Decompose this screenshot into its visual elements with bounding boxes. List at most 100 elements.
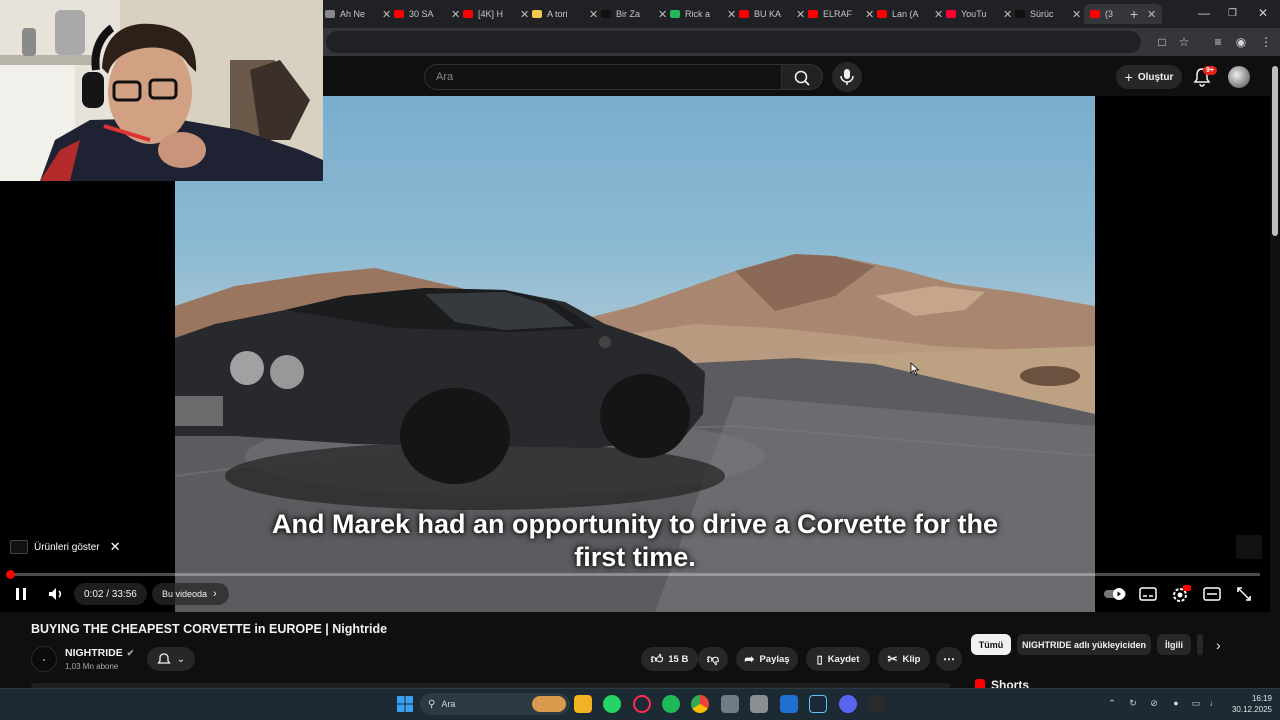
- scissors-icon: ✂︎: [887, 652, 898, 666]
- tab-close-icon[interactable]: ✕: [934, 8, 943, 21]
- voice-search-button[interactable]: [832, 62, 862, 92]
- restore-icon[interactable]: ❐: [1228, 8, 1237, 19]
- tab-close-icon[interactable]: ✕: [796, 8, 805, 21]
- tab-close-icon[interactable]: ✕: [382, 8, 391, 21]
- sync-icon[interactable]: ↻: [1127, 697, 1139, 709]
- gear-icon: [1173, 585, 1191, 602]
- dislike-button[interactable]: 👎︎: [698, 647, 728, 671]
- mute-button[interactable]: [47, 585, 65, 603]
- install-app-icon[interactable]: □: [1154, 34, 1170, 50]
- tab-close-icon[interactable]: ✕: [1147, 8, 1156, 21]
- file-explorer-icon[interactable]: [574, 695, 592, 713]
- save-button[interactable]: ▯ Kaydet: [806, 647, 870, 671]
- tab-close-icon[interactable]: ✕: [451, 8, 460, 21]
- bookmark-icon: ▯: [816, 653, 823, 666]
- more-actions-button[interactable]: ⋯: [936, 647, 962, 671]
- tab-favicon-icon: [877, 10, 887, 18]
- search-input[interactable]: Ara: [424, 64, 781, 90]
- tab-close-icon[interactable]: ✕: [589, 8, 598, 21]
- taskbar-search[interactable]: ⚲ Ara: [420, 693, 570, 715]
- browser-tab[interactable]: Lan (A ✕: [877, 4, 943, 24]
- mic-tray-icon[interactable]: ●: [1170, 697, 1182, 709]
- browser-tab[interactable]: YouTu ✕: [946, 4, 1012, 24]
- tab-favicon-icon: [1015, 10, 1025, 18]
- browser-tab[interactable]: [4K] H ✕: [463, 4, 529, 24]
- browser-tab[interactable]: Rick a ✕: [670, 4, 736, 24]
- steam-icon[interactable]: [809, 695, 827, 713]
- browser-tab[interactable]: BU KA ✕: [739, 4, 805, 24]
- tab-close-icon[interactable]: ✕: [520, 8, 529, 21]
- like-button[interactable]: 👍︎ 15 B: [641, 647, 698, 671]
- chrome-icon[interactable]: [691, 695, 709, 713]
- browser-menu-icon[interactable]: ⋮: [1258, 34, 1274, 50]
- subtitle-line-1: And Marek had an opportunity to drive a …: [271, 509, 999, 539]
- bell-icon: [156, 653, 171, 664]
- network-off-icon[interactable]: ⊘: [1148, 697, 1160, 709]
- bookmark-star-icon[interactable]: ☆: [1176, 34, 1192, 50]
- chip-next-icon[interactable]: ›: [1216, 637, 1221, 653]
- subscription-bell-button[interactable]: ⌄: [147, 647, 195, 671]
- progress-bar[interactable]: [10, 573, 1260, 576]
- account-avatar[interactable]: [1228, 66, 1250, 88]
- tab-close-icon[interactable]: ✕: [727, 8, 736, 21]
- channel-name[interactable]: NIGHTRIDE ✔: [65, 647, 134, 659]
- whatsapp-icon[interactable]: [603, 695, 621, 713]
- progress-scrubber[interactable]: [6, 570, 15, 579]
- omnibox[interactable]: [326, 31, 1141, 53]
- spotify-icon[interactable]: [662, 695, 680, 713]
- search-button[interactable]: [781, 64, 823, 90]
- settings-button[interactable]: [1171, 585, 1191, 603]
- create-button[interactable]: + Oluştur: [1116, 65, 1182, 89]
- media-controls-icon[interactable]: ≡: [1210, 34, 1226, 50]
- browser-tab[interactable]: Bir Za ✕: [601, 4, 667, 24]
- fullscreen-button[interactable]: [1236, 585, 1252, 603]
- channel-avatar[interactable]: ●: [31, 646, 57, 672]
- chapters-button[interactable]: Bu videoda ›: [152, 583, 229, 605]
- miniplayer-button[interactable]: [1203, 585, 1221, 603]
- tab-close-icon[interactable]: ✕: [658, 8, 667, 21]
- browser-tab[interactable]: ELRAF ✕: [808, 4, 874, 24]
- tab-close-icon[interactable]: ✕: [865, 8, 874, 21]
- scrollbar-thumb[interactable]: [1272, 66, 1278, 236]
- browser-tab[interactable]: Ah Ne ✕: [325, 4, 391, 24]
- close-window-icon[interactable]: ✕: [1258, 6, 1268, 20]
- browser-tab[interactable]: 30 SA ✕: [394, 4, 460, 24]
- browser-tab[interactable]: A tori ✕: [532, 4, 598, 24]
- chip-from-uploader[interactable]: NIGHTRIDE adlı yükleyiciden: [1017, 634, 1151, 655]
- autoplay-toggle[interactable]: [1104, 585, 1128, 603]
- tray-chevron-icon[interactable]: ⌃: [1106, 697, 1118, 709]
- new-tab-button[interactable]: +: [1130, 4, 1138, 24]
- chip-all[interactable]: Tümü: [971, 634, 1011, 655]
- discord-icon[interactable]: [839, 695, 857, 713]
- profile-icon[interactable]: ◉: [1233, 34, 1249, 50]
- tab-favicon-icon: [325, 10, 335, 18]
- share-button[interactable]: ➦ Paylaş: [736, 647, 798, 671]
- channel-watermark[interactable]: [1236, 535, 1262, 559]
- close-products-icon[interactable]: ✕: [110, 539, 121, 555]
- start-button[interactable]: [396, 695, 414, 713]
- display-icon[interactable]: ▭: [1190, 697, 1202, 709]
- clip-button[interactable]: ✂︎ Klip: [878, 647, 930, 671]
- channel-name-text: NIGHTRIDE: [65, 647, 123, 659]
- app-icon[interactable]: [868, 695, 886, 713]
- search-highlight-image: [532, 696, 566, 712]
- products-overlay[interactable]: Ürünleri göster ✕: [10, 537, 121, 557]
- chip-related[interactable]: İlgili: [1157, 634, 1191, 655]
- camera-icon[interactable]: [721, 695, 739, 713]
- tool-icon[interactable]: [780, 695, 798, 713]
- tab-close-icon[interactable]: ✕: [1072, 8, 1081, 21]
- speaker-icon[interactable]: ♩: [1208, 697, 1220, 709]
- app-icon[interactable]: [750, 695, 768, 713]
- miniplayer-icon: [1203, 587, 1221, 601]
- pause-button[interactable]: [14, 585, 28, 603]
- tab-close-icon[interactable]: ✕: [1003, 8, 1012, 21]
- chapters-label: Bu videoda: [162, 589, 208, 599]
- opera-icon[interactable]: [633, 695, 651, 713]
- autoplay-toggle-icon: [1104, 588, 1126, 600]
- captions-button[interactable]: [1139, 585, 1157, 603]
- taskbar-clock[interactable]: 16:19 30.12.2025: [1228, 693, 1272, 715]
- minimize-icon[interactable]: —: [1198, 6, 1210, 20]
- mouse-cursor: [910, 362, 920, 381]
- browser-tab[interactable]: Sürüc ✕: [1015, 4, 1081, 24]
- browser-tab[interactable]: (3 ✕: [1084, 4, 1163, 24]
